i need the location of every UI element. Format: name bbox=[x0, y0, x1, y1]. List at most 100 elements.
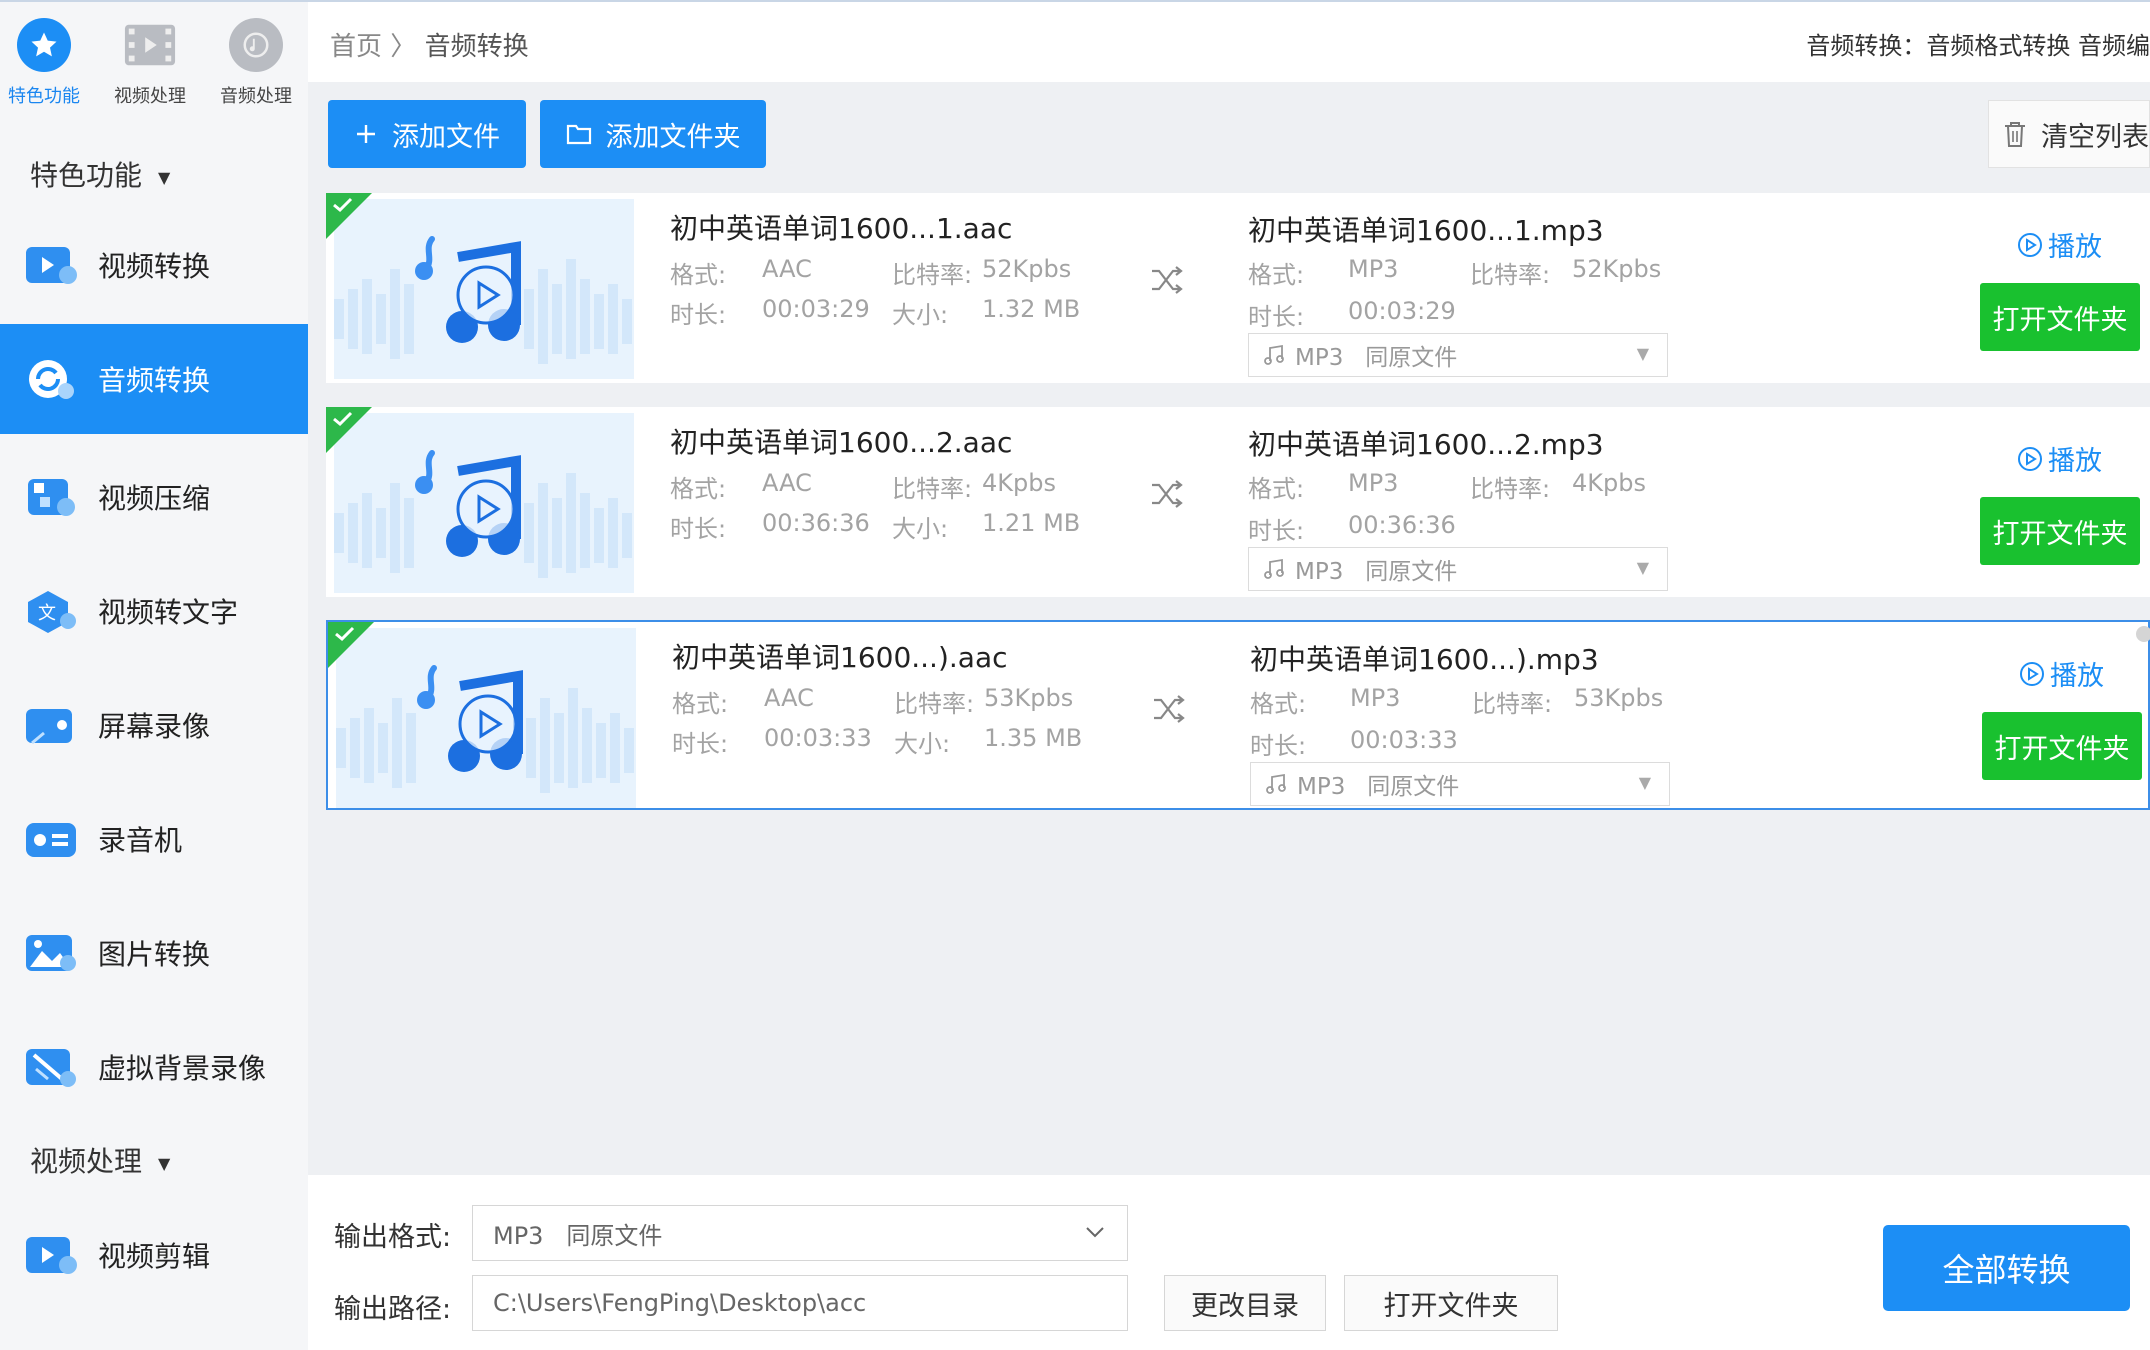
output-format-select[interactable]: MP3 同原文件 ▼ bbox=[1248, 547, 1668, 591]
sidebar-item-label: 音频转换 bbox=[98, 364, 211, 397]
section-title: 视频处理 bbox=[30, 1145, 143, 1178]
play-button[interactable]: 播放 bbox=[2016, 439, 2102, 478]
bitrate-label: 比特率: bbox=[892, 261, 973, 289]
bitrate-label: 比特率: bbox=[892, 475, 973, 503]
sidebar-item-video-to-text[interactable]: 文 视频转文字 bbox=[0, 556, 308, 666]
output-file-name: 初中英语单词1600...).mp3 bbox=[1250, 643, 1599, 676]
play-circle-icon bbox=[2018, 660, 2046, 688]
source-format: AAC bbox=[764, 684, 814, 712]
play-label: 播放 bbox=[2048, 446, 2102, 477]
sidebar-item-recorder[interactable]: 录音机 bbox=[0, 784, 308, 894]
file-row[interactable]: 初中英语单词1600...1.aac 格式: AAC 比特率: 52Kpbs 时… bbox=[326, 193, 2150, 383]
output-path-value: C:\Users\FengPing\Desktop\acc bbox=[493, 1289, 867, 1317]
bitrate-label: 比特率: bbox=[894, 690, 975, 718]
video-edit-icon bbox=[24, 1233, 78, 1277]
dropdown-arrow-icon: ▼ bbox=[1636, 558, 1649, 577]
output-duration: 00:36:36 bbox=[1348, 511, 1456, 539]
shuffle-arrow-icon bbox=[1154, 695, 1185, 723]
section-header-video[interactable]: 视频处理 ▼ bbox=[30, 1140, 170, 1180]
source-size: 1.32 MB bbox=[982, 295, 1081, 323]
screen-record-icon bbox=[24, 703, 78, 747]
top-tab-label: 音频处理 bbox=[220, 86, 292, 107]
section-title: 特色功能 bbox=[30, 159, 143, 192]
add-file-label: 添加文件 bbox=[392, 121, 500, 153]
output-file-name: 初中英语单词1600...2.mp3 bbox=[1248, 428, 1604, 461]
play-circle-icon bbox=[2016, 231, 2044, 259]
output-path-input[interactable]: C:\Users\FengPing\Desktop\acc bbox=[472, 1275, 1128, 1331]
change-directory-button[interactable]: 更改目录 bbox=[1164, 1275, 1326, 1331]
open-folder-button[interactable]: 打开文件夹 bbox=[1980, 283, 2140, 351]
sidebar-item-label: 视频转换 bbox=[98, 250, 211, 283]
clear-list-button[interactable]: 清空列表 bbox=[1988, 100, 2150, 168]
sidebar-item-video-compress[interactable]: 视频压缩 bbox=[0, 442, 308, 552]
output-format-select[interactable]: MP3 同原文件 ▼ bbox=[1248, 333, 1668, 377]
file-row[interactable]: 初中英语单词1600...).aac 格式: AAC 比特率: 53Kpbs 时… bbox=[326, 620, 2150, 810]
star-icon bbox=[17, 18, 71, 72]
bitrate-label: 比特率: bbox=[1472, 690, 1553, 718]
play-button[interactable]: 播放 bbox=[2016, 225, 2102, 264]
sidebar-item-video-convert[interactable]: 视频转换 bbox=[0, 210, 308, 320]
source-file-name: 初中英语单词1600...).aac bbox=[672, 641, 1008, 674]
sidebar-item-video-edit[interactable]: 视频剪辑 bbox=[0, 1200, 308, 1310]
convert-all-button[interactable]: 全部转换 bbox=[1883, 1225, 2130, 1311]
top-tab-video[interactable]: 视频处理 bbox=[100, 18, 200, 108]
top-tab-audio[interactable]: 音频处理 bbox=[206, 18, 306, 108]
open-folder-button[interactable]: 打开文件夹 bbox=[1982, 712, 2142, 780]
recorder-icon bbox=[24, 817, 78, 861]
bitrate-label: 比特率: bbox=[1470, 261, 1551, 289]
add-folder-label: 添加文件夹 bbox=[605, 121, 741, 153]
add-folder-button[interactable]: 添加文件夹 bbox=[540, 100, 766, 168]
folder-icon bbox=[566, 123, 592, 145]
duration-label: 时长: bbox=[1248, 303, 1305, 331]
output-format-option: MP3 同原文件 bbox=[1297, 774, 1460, 800]
header-description: 音频转换：音频格式转换 音频编 bbox=[1806, 32, 2150, 60]
bitrate-label: 比特率: bbox=[1470, 475, 1551, 503]
shuffle-arrow-icon bbox=[1152, 480, 1183, 508]
section-header-featured[interactable]: 特色功能 ▼ bbox=[30, 154, 170, 194]
breadcrumb-home[interactable]: 首页 bbox=[330, 32, 382, 62]
output-format-option: MP3 同原文件 bbox=[1295, 559, 1458, 585]
add-file-button[interactable]: 添加文件 bbox=[328, 100, 526, 168]
source-bitrate: 53Kpbs bbox=[984, 684, 1074, 712]
play-button[interactable]: 播放 bbox=[2018, 654, 2104, 693]
sidebar-item-virtual-background[interactable]: 虚拟背景录像 bbox=[0, 1012, 308, 1122]
file-row[interactable]: 初中英语单词1600...2.aac 格式: AAC 比特率: 4Kpbs 时长… bbox=[326, 407, 2150, 597]
output-format-option: MP3 同原文件 bbox=[1295, 345, 1458, 371]
format-label: 格式: bbox=[1248, 475, 1305, 503]
output-format: MP3 bbox=[1348, 255, 1399, 283]
top-tab-featured[interactable]: 特色功能 bbox=[0, 18, 94, 108]
audio-thumbnail bbox=[336, 628, 636, 808]
source-duration: 00:03:29 bbox=[762, 295, 870, 323]
output-file-name: 初中英语单词1600...1.mp3 bbox=[1248, 214, 1604, 247]
sidebar-item-label: 屏幕录像 bbox=[98, 710, 211, 743]
duration-label: 时长: bbox=[1248, 517, 1305, 545]
play-label: 播放 bbox=[2050, 661, 2104, 692]
plus-icon bbox=[354, 122, 378, 146]
breadcrumb-current: 音频转换 bbox=[424, 32, 529, 62]
virtual-background-icon bbox=[24, 1045, 78, 1089]
sidebar-item-screen-record[interactable]: 屏幕录像 bbox=[0, 670, 308, 780]
open-output-folder-button[interactable]: 打开文件夹 bbox=[1344, 1275, 1558, 1331]
source-format: AAC bbox=[762, 255, 812, 283]
music-note-icon bbox=[1263, 558, 1285, 580]
output-bitrate: 52Kpbs bbox=[1572, 255, 1662, 283]
sidebar-item-audio-convert[interactable]: 音频转换 bbox=[0, 324, 308, 434]
output-format-value: MP3 同原文件 bbox=[493, 1221, 663, 1250]
sidebar-item-image-convert[interactable]: 图片转换 bbox=[0, 898, 308, 1008]
source-bitrate: 4Kpbs bbox=[982, 469, 1056, 497]
caret-down-icon: ▼ bbox=[158, 167, 171, 187]
remove-row-icon[interactable] bbox=[2136, 626, 2150, 642]
size-label: 大小: bbox=[892, 301, 949, 329]
format-label: 格式: bbox=[1250, 690, 1307, 718]
output-format-dropdown[interactable]: MP3 同原文件 bbox=[472, 1205, 1128, 1261]
open-folder-button[interactable]: 打开文件夹 bbox=[1980, 497, 2140, 565]
dropdown-arrow-icon: ▼ bbox=[1638, 773, 1651, 792]
format-label: 格式: bbox=[670, 475, 727, 503]
output-format-select[interactable]: MP3 同原文件 ▼ bbox=[1250, 762, 1670, 806]
breadcrumb-separator: 〉 bbox=[390, 32, 417, 62]
play-label: 播放 bbox=[2048, 232, 2102, 263]
play-circle-icon bbox=[2016, 445, 2044, 473]
caret-down-icon: ▼ bbox=[158, 1153, 171, 1173]
chevron-down-icon bbox=[1083, 1220, 1107, 1244]
sidebar-item-label: 图片转换 bbox=[98, 938, 211, 971]
